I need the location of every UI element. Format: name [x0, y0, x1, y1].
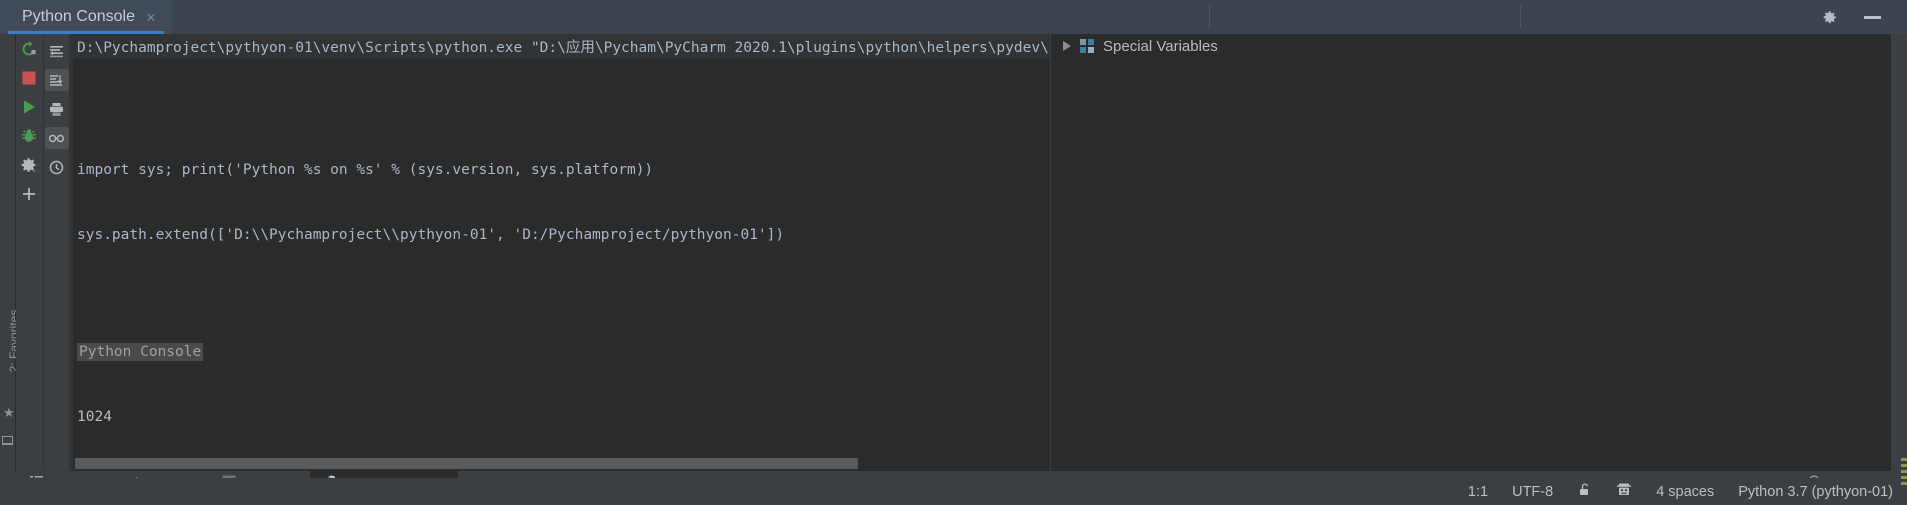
print-button[interactable] [45, 98, 69, 120]
unlocked-icon[interactable] [1577, 482, 1592, 501]
tool-tab-label: Python Console [22, 8, 135, 25]
scroll-to-end-button[interactable] [44, 69, 69, 91]
tool-tab-python-console[interactable]: Python Console × [0, 0, 172, 34]
rerun-button[interactable] [20, 40, 38, 58]
gear-icon[interactable] [1821, 9, 1838, 26]
console-output-panel[interactable]: D:\Pychamproject\pythyon-01\venv\Scripts… [69, 34, 1050, 471]
header-spacer [172, 0, 1209, 34]
console-gutter [69, 34, 73, 471]
console-blank-line-2 [77, 289, 1050, 299]
encoding-selector[interactable]: UTF-8 [1512, 484, 1553, 500]
console-text[interactable]: import sys; print('Python %s on %s' % (s… [77, 64, 1050, 471]
console-command-line: D:\Pychamproject\pythyon-01\venv\Scripts… [73, 34, 1050, 58]
clock-icon[interactable] [45, 156, 69, 178]
star-icon[interactable]: ★ [3, 406, 15, 419]
window-mode-icon[interactable] [2, 436, 13, 445]
stop-button[interactable] [20, 69, 38, 87]
special-variables-row[interactable]: Special Variables [1051, 34, 1891, 58]
settings-button[interactable] [20, 156, 38, 174]
variables-vertical-scrollbar[interactable] [1877, 34, 1891, 471]
tool-window-header: Python Console × [0, 0, 1907, 34]
close-icon[interactable]: × [146, 9, 156, 26]
console-line-syspath: sys.path.extend(['D:\\Pychamproject\\pyt… [77, 226, 785, 243]
hat-face-icon[interactable] [1616, 482, 1632, 501]
minimize-icon[interactable] [1864, 15, 1881, 19]
header-actions [1821, 0, 1907, 34]
special-variables-panel[interactable]: Special Variables [1050, 34, 1891, 471]
execute-line-button[interactable] [45, 40, 69, 62]
special-variables-label: Special Variables [1103, 37, 1218, 55]
indent-selector[interactable]: 4 spaces [1656, 484, 1714, 500]
glasses-icon[interactable] [44, 127, 69, 149]
header-divider-2 [1520, 6, 1521, 28]
pycharm-window: Python Console × 2: Favorites ★ D:\Pycha… [0, 0, 1907, 505]
run-button[interactable] [20, 98, 38, 116]
console-scroll-thumb[interactable] [75, 458, 858, 469]
add-button[interactable] [20, 185, 38, 203]
inspection-marks [1901, 458, 1907, 505]
header-divider-1 [1209, 6, 1210, 28]
console-banner-line: Python Console [77, 342, 1050, 364]
status-bar: 1:1 UTF-8 4 spaces Python 3.7 (pythyon-0… [0, 478, 1907, 505]
bug-icon[interactable] [20, 127, 38, 145]
console-horizontal-scrollbar[interactable] [73, 455, 1050, 471]
left-tool-stripe: 2: Favorites ★ [0, 34, 21, 471]
console-toolbar-secondary [43, 34, 69, 471]
console-banner: Python Console [77, 343, 204, 361]
caret-position[interactable]: 1:1 [1468, 484, 1488, 500]
console-output-1024: 1024 [77, 408, 112, 425]
interpreter-selector[interactable]: Python 3.7 (pythyon-01) [1738, 484, 1893, 500]
console-line-import: import sys; print('Python %s on %s' % (s… [77, 162, 654, 178]
variables-grid-icon [1080, 39, 1094, 53]
triangle-right-icon[interactable] [1063, 41, 1071, 51]
console-toolbar-primary [16, 34, 42, 471]
